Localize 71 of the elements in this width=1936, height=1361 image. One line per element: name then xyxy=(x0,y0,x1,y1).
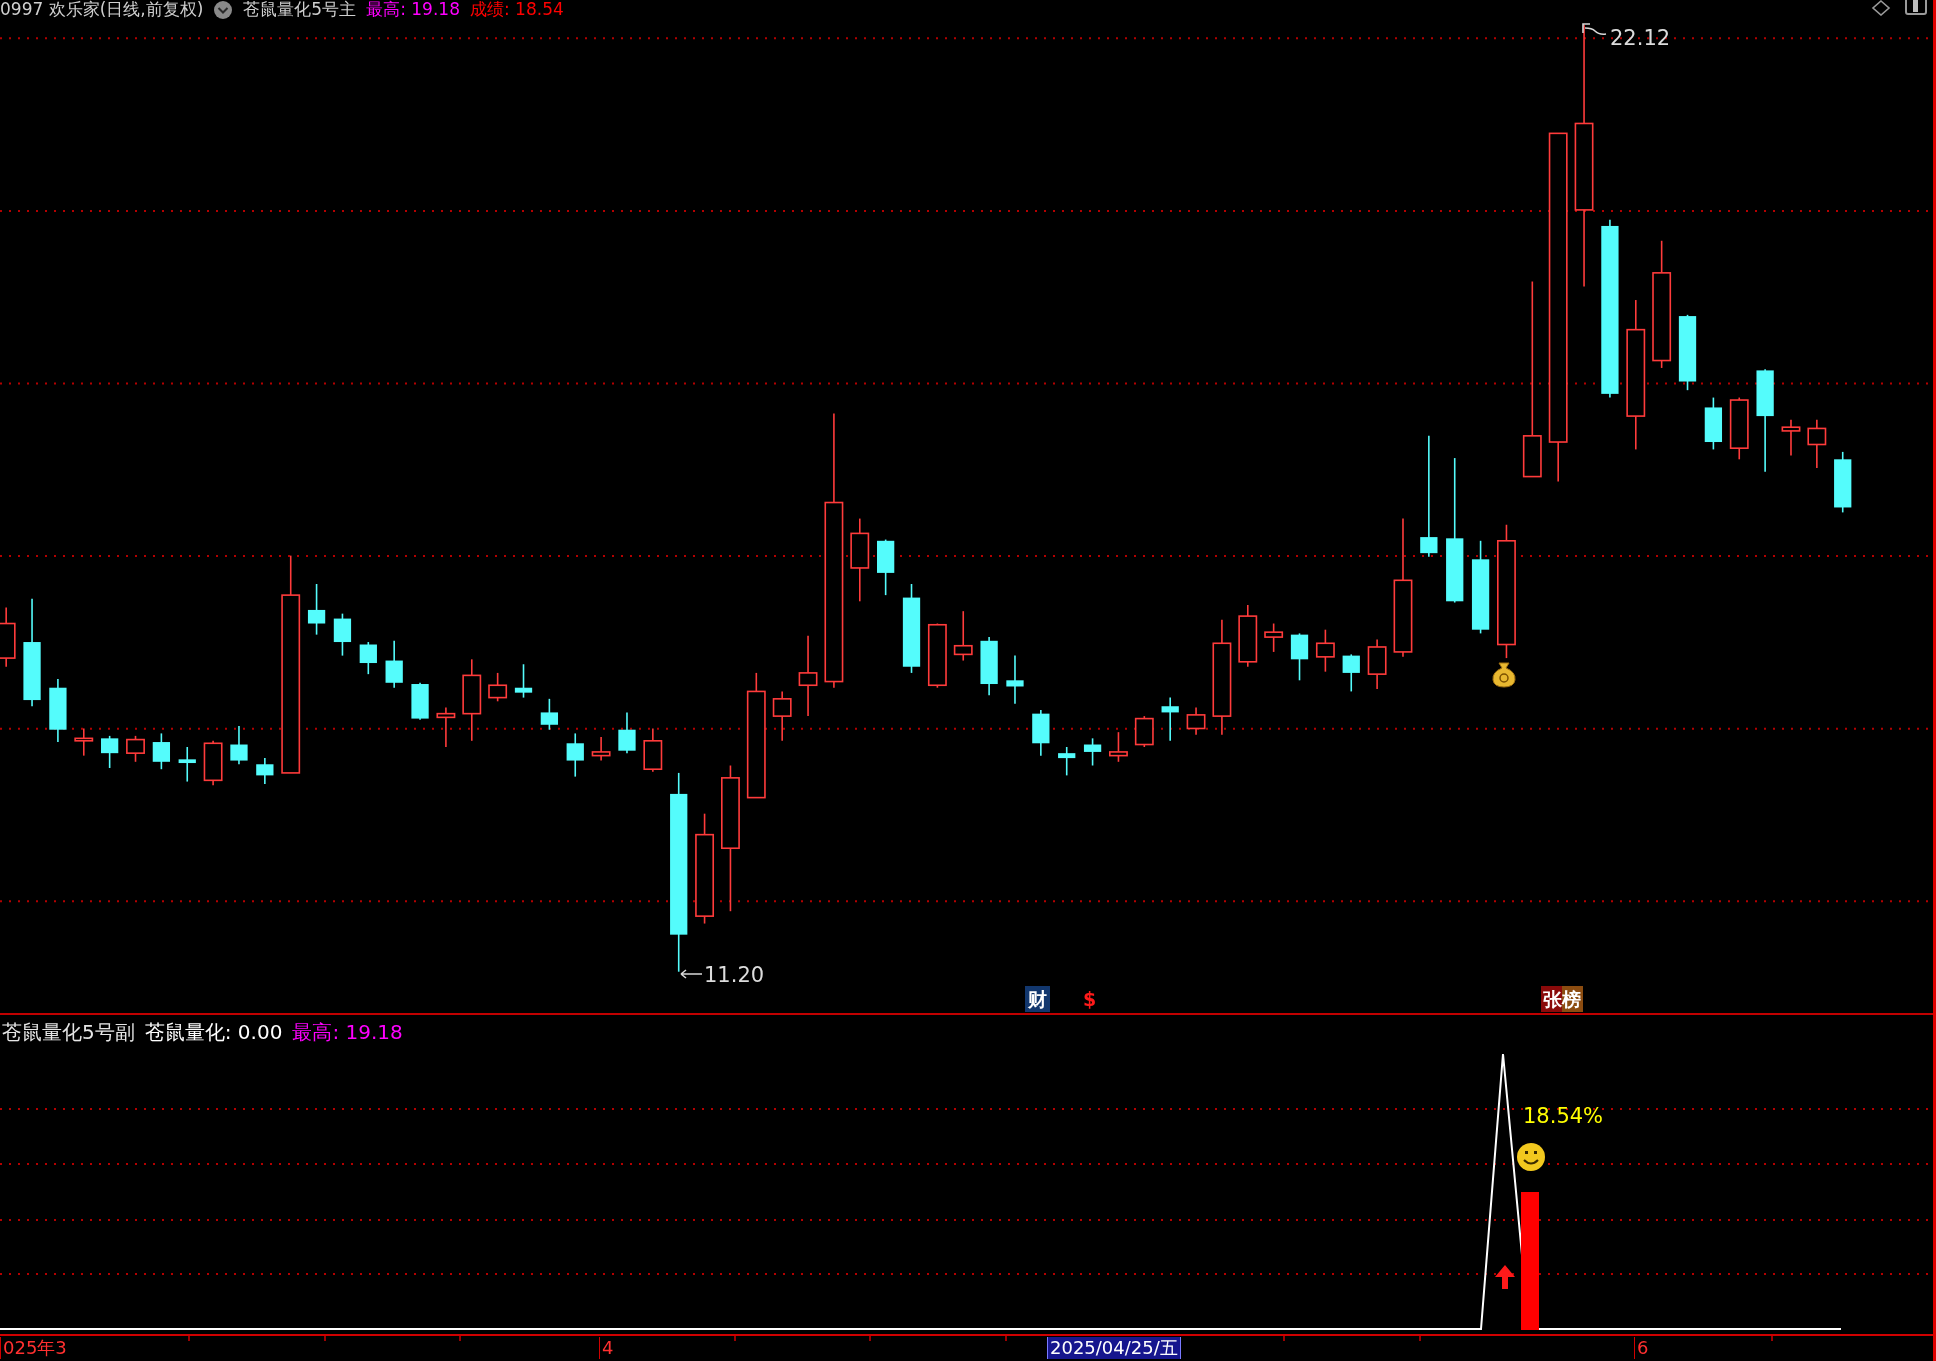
leader-arrow xyxy=(680,969,703,979)
diamond-icon[interactable] xyxy=(1871,0,1891,16)
falling-candlestick xyxy=(1161,696,1179,742)
falling-candlestick xyxy=(1006,654,1024,705)
falling-candlestick xyxy=(1032,709,1050,757)
falling-candlestick xyxy=(333,612,352,657)
rising-candlestick xyxy=(953,610,973,662)
falling-candlestick xyxy=(230,725,248,766)
falling-candlestick xyxy=(385,640,403,689)
rising-candlestick xyxy=(74,727,94,757)
stat-value: 成绩: 18.54 xyxy=(470,0,564,19)
falling-candlestick xyxy=(540,698,558,731)
falling-candlestick xyxy=(101,735,119,769)
falling-candlestick xyxy=(256,757,274,785)
rising-candlestick xyxy=(1109,731,1128,763)
falling-candlestick xyxy=(152,732,170,770)
rising-candlestick xyxy=(1186,706,1206,736)
rising-candlestick xyxy=(203,740,223,787)
peak-value-label: 18.54% xyxy=(1523,1104,1604,1128)
rising-candlestick xyxy=(1238,604,1258,668)
rising-candlestick xyxy=(643,727,663,773)
rising-candlestick xyxy=(1367,638,1387,690)
dropdown-icon[interactable] xyxy=(213,0,234,19)
rising-candlestick xyxy=(927,622,947,689)
rising-candlestick xyxy=(126,735,145,763)
rising-candlestick xyxy=(1264,622,1284,653)
rising-candlestick xyxy=(591,736,611,762)
smiley-icon xyxy=(1517,1143,1545,1171)
falling-candlestick xyxy=(618,711,636,754)
finance-marker[interactable]: 财 xyxy=(1025,986,1050,1012)
rising-candlestick xyxy=(1781,419,1801,457)
rising-candlestick xyxy=(436,706,456,748)
falling-candlestick xyxy=(877,538,895,596)
rising-candlestick xyxy=(1807,419,1827,469)
falling-candlestick xyxy=(1704,396,1723,451)
money-bag-icon xyxy=(1492,662,1516,688)
indicator-value: 苍鼠量化: 0.00 xyxy=(144,1020,283,1044)
falling-candlestick xyxy=(1058,746,1076,777)
falling-candlestick xyxy=(49,678,67,743)
rising-candlestick xyxy=(1729,396,1749,461)
falling-candlestick xyxy=(1083,737,1102,767)
falling-candlestick xyxy=(980,636,998,696)
up-arrow-icon xyxy=(1495,1265,1515,1289)
falling-candlestick xyxy=(411,682,429,721)
dollar-marker[interactable]: $ xyxy=(1082,986,1098,1012)
falling-candlestick xyxy=(359,641,377,675)
falling-candlestick xyxy=(1290,632,1309,682)
leader-line xyxy=(1582,23,1607,35)
falling-candlestick xyxy=(178,746,196,783)
indicator-title: 苍鼠量化5号副 xyxy=(2,1020,135,1044)
date-label: 025年3 xyxy=(0,1337,70,1359)
falling-candlestick xyxy=(1342,653,1360,693)
formula-name: 苍鼠量化5号主 xyxy=(243,0,357,19)
stat-value: 最高: 19.18 xyxy=(366,0,460,19)
date-label: 4 xyxy=(599,1337,617,1359)
falling-candlestick xyxy=(307,583,326,636)
indicator-value: 最高: 19.18 xyxy=(292,1020,403,1044)
date-label: 6 xyxy=(1634,1337,1652,1359)
falling-candlestick xyxy=(514,663,533,699)
rising-candlestick xyxy=(1134,715,1154,748)
low-price-label: 11.20 xyxy=(704,963,765,987)
ranking-marker[interactable]: 张榜 xyxy=(1541,986,1583,1012)
stock-title: 0997 欢乐家(日线,前复权) xyxy=(0,0,204,19)
rising-candlestick xyxy=(1315,628,1335,673)
falling-candlestick xyxy=(1834,451,1852,514)
rising-candlestick xyxy=(488,672,508,703)
panel-icon[interactable] xyxy=(1905,0,1927,16)
rising-candlestick xyxy=(772,690,792,742)
high-price-label: 22.12 xyxy=(1610,26,1671,50)
cursor-date-label: 2025/04/25/五 xyxy=(1047,1337,1181,1359)
falling-candlestick xyxy=(566,732,584,778)
